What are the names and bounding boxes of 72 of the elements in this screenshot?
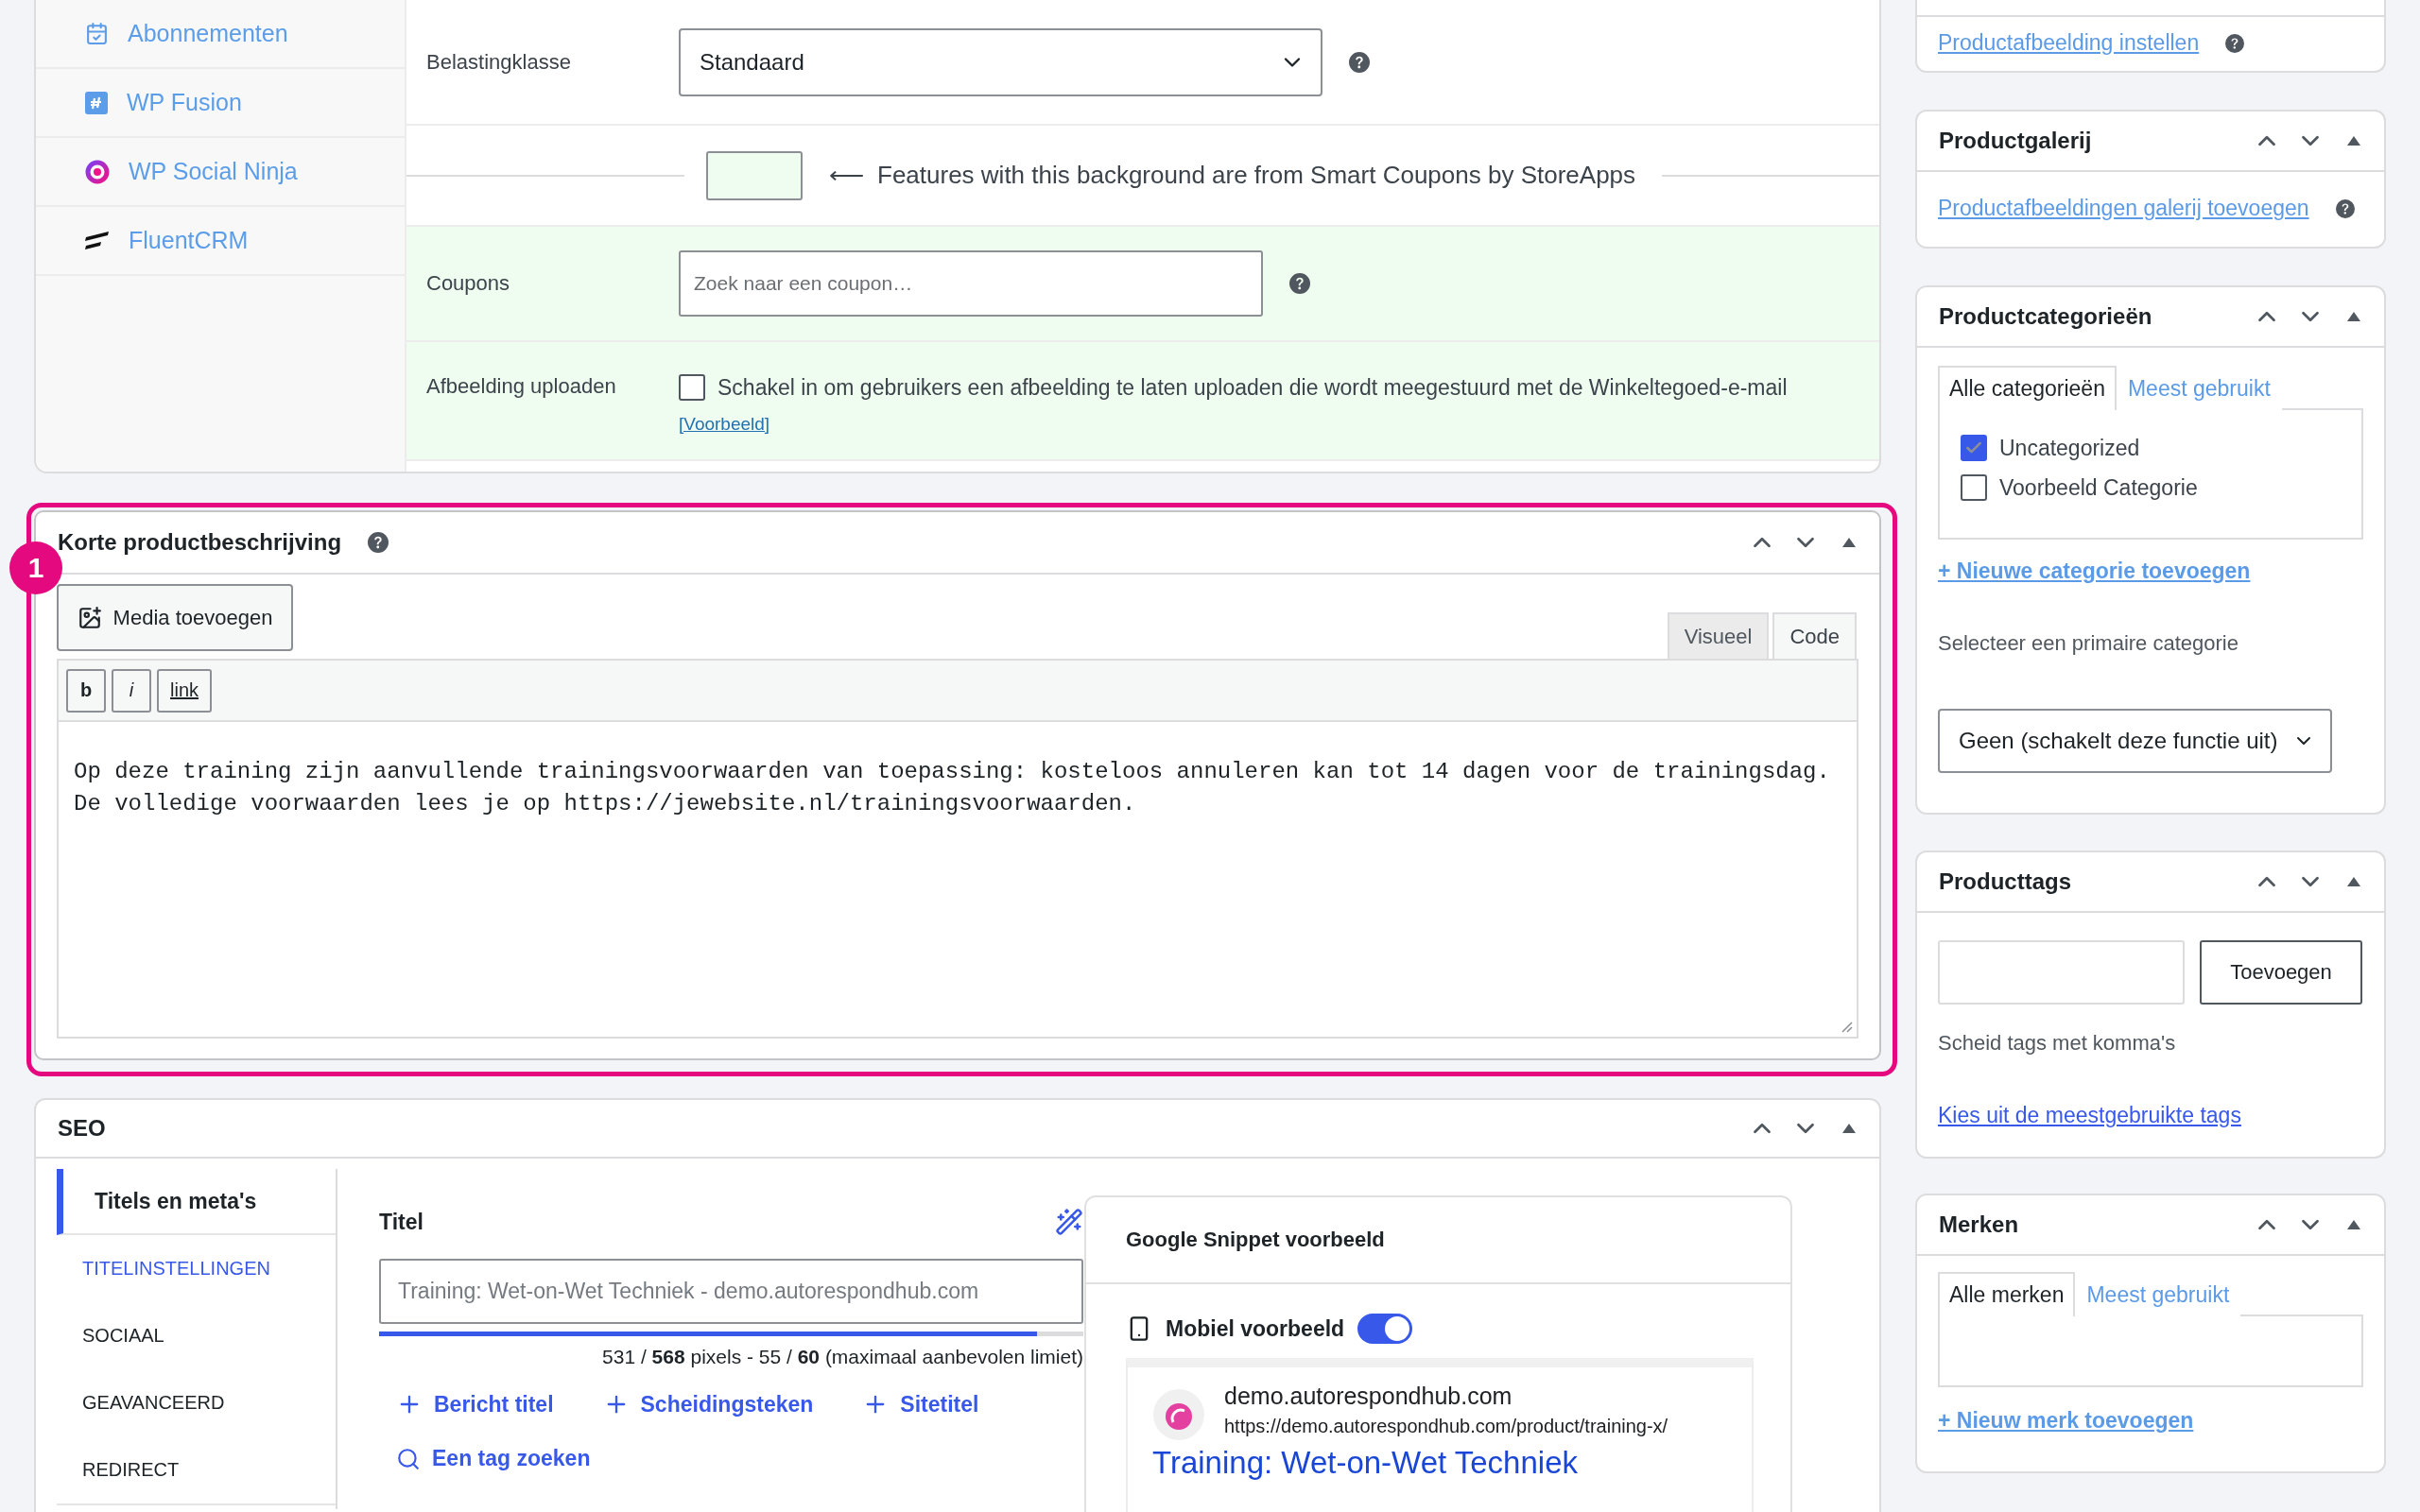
toggle-label: Mobiel voorbeeld [1166, 1315, 1345, 1342]
seo-title-field[interactable]: Training: Wet-on-Wet Techniek - demo.autorespondhub.com [379, 1259, 1083, 1324]
square-logo-icon [85, 91, 108, 114]
field-label: Belastingklasse [426, 49, 572, 75]
select-field[interactable]: Standaard [679, 27, 1322, 96]
seo-tab[interactable]: Titels en meta's [57, 1169, 336, 1235]
checkbox-label: Schakel in om gebruikers een afbeelding te laten uploaden die wordt meegestuurd met de Winkeltegoed-e-mail [717, 374, 1788, 401]
ring-logo-icon [85, 159, 110, 184]
brand-tab[interactable]: Alle merken [1938, 1272, 2076, 1316]
panel-title: Productcategorieën [1939, 303, 2152, 330]
checkbox[interactable] [679, 374, 705, 401]
notice-text: Features with this background are from Smart Coupons by StoreApps [877, 161, 1636, 190]
seo-subtab[interactable]: TITELINSTELLINGEN [57, 1235, 336, 1302]
popular-tags-link[interactable]: Kies uit de meestgebruikte tags [1938, 1103, 2241, 1127]
add-tag-button[interactable]: Scheidingsteken [602, 1391, 814, 1418]
triangle-icon [2346, 876, 2361, 887]
add-tag-button[interactable]: Sitetitel [862, 1391, 979, 1418]
stripes-logo-icon [85, 230, 110, 251]
field-label: Afbeelding uploaden [426, 373, 617, 399]
seo-subtab[interactable]: GEAVANCEERD [57, 1369, 336, 1436]
panel-title: Productgalerij [1939, 128, 2092, 154]
add-tag-button[interactable]: Bericht titel [396, 1391, 554, 1418]
result-url: https://demo.autorespondhub.com/product/training-x/ [1224, 1416, 1668, 1437]
magic-wand-icon [1055, 1208, 1083, 1236]
toggle-switch[interactable] [1357, 1314, 1413, 1344]
triangle-icon [2346, 135, 2361, 146]
category-label: Voorbeeld Categorie [1999, 474, 2198, 501]
description-text-field[interactable]: Op deze training zijn aanvullende trainingsvoorwaarden van toepassing: kosteloos annuleren kan tot 14 dagen voor de trainingsdag. De volledige voorwaarden lees je op https://jewebsite.nl/trainingsvoorwaarden. [59, 722, 1857, 1037]
triangle-icon [2346, 311, 2361, 322]
category-label: Uncategorized [1999, 435, 2140, 461]
add-tag-button[interactable]: Toevoegen [2200, 940, 2362, 1005]
result-title-link[interactable]: Training: Wet-on-Wet Techniek [1152, 1445, 1752, 1481]
panel-title: SEO [58, 1115, 106, 1142]
help-icon [2335, 198, 2355, 218]
help-icon [1289, 273, 1310, 294]
help-icon [1349, 51, 1370, 73]
media-icon [77, 605, 102, 630]
format-button[interactable]: b [66, 668, 106, 713]
help-icon [2225, 33, 2245, 53]
triangle-icon [2346, 1219, 2361, 1230]
arrow-text: ⟵ [829, 161, 864, 190]
editor-tab[interactable]: Code [1772, 612, 1857, 659]
calendar-check-icon [85, 22, 109, 45]
panel-title: Merken [1939, 1211, 2019, 1238]
checkbox[interactable] [1961, 474, 1987, 501]
resize-handle-icon [1840, 1020, 1853, 1033]
tag-input-field[interactable] [1938, 940, 2185, 1005]
format-button[interactable]: i [112, 668, 151, 713]
site-favicon-icon [1152, 1388, 1205, 1441]
tags-hint: Scheid tags met komma's [1938, 1031, 2177, 1056]
format-button[interactable]: link [157, 668, 212, 713]
result-domain: demo.autorespondhub.com [1224, 1383, 1513, 1410]
triangle-icon [1841, 537, 1857, 548]
field-label: Coupons [426, 271, 511, 296]
length-counter: 531 / 568 pixels - 55 / 60 (maximaal aanbevolen limiet) [601, 1346, 1083, 1368]
help-icon [368, 532, 389, 553]
category-tab[interactable]: Alle categorieën [1938, 366, 2117, 410]
triangle-icon [1841, 1123, 1857, 1134]
checkbox[interactable] [1961, 435, 1987, 461]
preview-link[interactable]: [Voorbeeld] [679, 414, 1788, 435]
coupon-search-field[interactable]: Zoek naar een coupon… [679, 250, 1263, 317]
primary-category-select[interactable]: Geen (schakelt deze functie uit) [1938, 709, 2332, 773]
tag-search-button[interactable]: Een tag zoeken [396, 1446, 591, 1471]
snippet-title: Google Snippet voorbeeld [1126, 1228, 1385, 1252]
add-media-button[interactable]: Media toevoegen [57, 584, 293, 651]
editor-tab[interactable]: Visueel [1667, 612, 1770, 659]
seo-subtab[interactable]: REDIRECT [57, 1436, 336, 1503]
seo-subtab[interactable]: SOCIAAL [57, 1302, 336, 1369]
panel-title: Producttags [1939, 868, 2071, 895]
primary-category-label: Selecteer een primaire categorie [1938, 631, 2239, 656]
search-icon [396, 1446, 421, 1471]
field-label: Titel [379, 1209, 424, 1235]
